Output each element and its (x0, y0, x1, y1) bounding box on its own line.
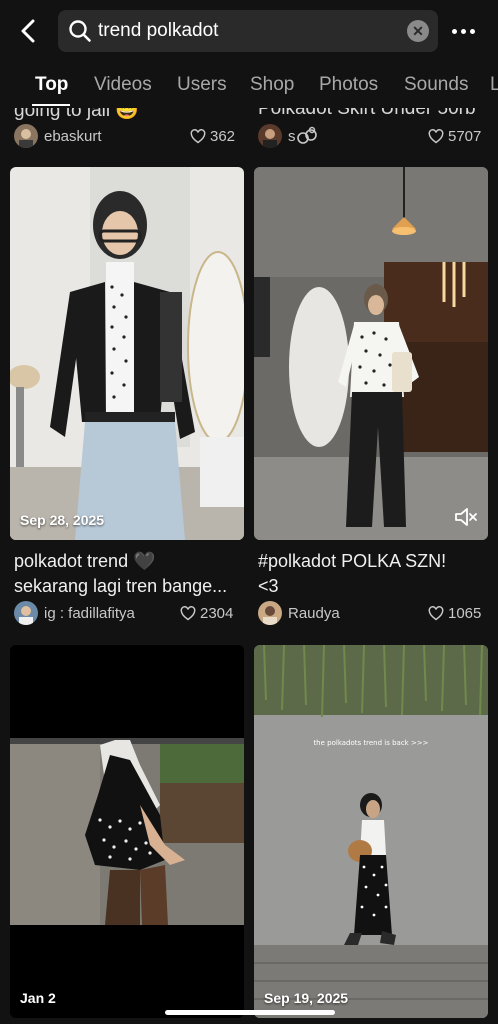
like-count-value: 362 (210, 127, 236, 145)
post-caption: going to jail 😅 (14, 108, 140, 121)
post-thumbnail[interactable]: Sep 28, 2025 (10, 167, 244, 540)
username: Raudya (288, 604, 340, 622)
tab-top[interactable]: Top (35, 74, 68, 96)
like-count-value: 1065 (448, 604, 482, 622)
dot-icon (470, 28, 475, 34)
post-date: Sep 19, 2025 (264, 990, 349, 1006)
like-count: 2304 (180, 600, 233, 626)
post-image: the polkadots trend is back >>> (254, 645, 488, 1018)
tab-sounds[interactable]: Sounds (404, 74, 468, 96)
tab-photos[interactable]: Photos (319, 74, 378, 96)
caption-line: sekarang lagi tren bange... (14, 576, 228, 596)
search-input[interactable]: trend polkadot (98, 20, 407, 42)
more-options-button[interactable] (452, 22, 476, 40)
post-author[interactable]: s (258, 123, 318, 149)
post-author[interactable]: Raudya (258, 600, 340, 626)
post-caption: Polkadot Skirt Under 50rb (258, 108, 476, 119)
bubbles-icon (296, 126, 317, 144)
back-button[interactable] (14, 14, 42, 48)
speaker-muted-icon[interactable] (454, 506, 478, 528)
post-image (10, 645, 244, 1018)
search-tabs: Top Videos Users Shop Photos Sounds L (0, 62, 498, 108)
overlay-text: the polkadots trend is back >>> (313, 739, 428, 747)
top-bar: trend polkadot ✕ (0, 0, 498, 62)
like-count: 5707 (428, 123, 481, 149)
tab-videos[interactable]: Videos (94, 74, 152, 96)
active-tab-indicator (32, 104, 70, 106)
heart-icon (428, 605, 444, 620)
avatar (14, 124, 38, 148)
post-caption[interactable]: #polkadot POLKA SZN! <3 (258, 549, 486, 599)
caption-line: #polkadot POLKA SZN! (258, 551, 447, 571)
dot-icon (461, 28, 466, 34)
username: ig : fadillafitya (44, 604, 135, 622)
heart-icon (428, 128, 444, 143)
search-bar[interactable]: trend polkadot ✕ (58, 10, 438, 52)
post-image (10, 167, 244, 540)
post-thumbnail[interactable]: Jan 2 (10, 645, 244, 1018)
back-arrow-icon (21, 19, 35, 43)
like-count: 362 (190, 123, 235, 149)
post-date: Jan 2 (20, 990, 56, 1006)
like-count-value: 5707 (448, 127, 482, 145)
dot-icon (452, 28, 457, 34)
clear-search-button[interactable]: ✕ (407, 20, 429, 42)
tab-users[interactable]: Users (177, 74, 227, 96)
avatar (258, 601, 282, 625)
results-grid[interactable]: going to jail 😅 ebaskurt 362 Polkadot Sk… (0, 108, 498, 1024)
search-icon (68, 19, 92, 43)
heart-icon (180, 605, 196, 620)
post-date: Sep 28, 2025 (20, 512, 105, 528)
like-count-value: 2304 (200, 604, 234, 622)
avatar (14, 601, 38, 625)
tab-more[interactable]: L (490, 74, 498, 96)
heart-icon (190, 128, 206, 143)
username: ebaskurt (44, 127, 102, 145)
tab-shop[interactable]: Shop (250, 74, 294, 96)
username: s (288, 127, 296, 145)
post-author[interactable]: ebaskurt (14, 123, 102, 149)
home-indicator (165, 1010, 335, 1015)
post-image (254, 167, 488, 540)
avatar (258, 124, 282, 148)
post-thumbnail[interactable] (254, 167, 488, 540)
like-count: 1065 (428, 600, 481, 626)
caption-line: polkadot trend 🖤 (14, 551, 156, 571)
caption-line: <3 (258, 576, 279, 596)
post-author[interactable]: ig : fadillafitya (14, 600, 135, 626)
post-thumbnail[interactable]: the polkadots trend is back >>> Sep 19, … (254, 645, 488, 1018)
post-caption[interactable]: polkadot trend 🖤 sekarang lagi tren bang… (14, 549, 242, 599)
